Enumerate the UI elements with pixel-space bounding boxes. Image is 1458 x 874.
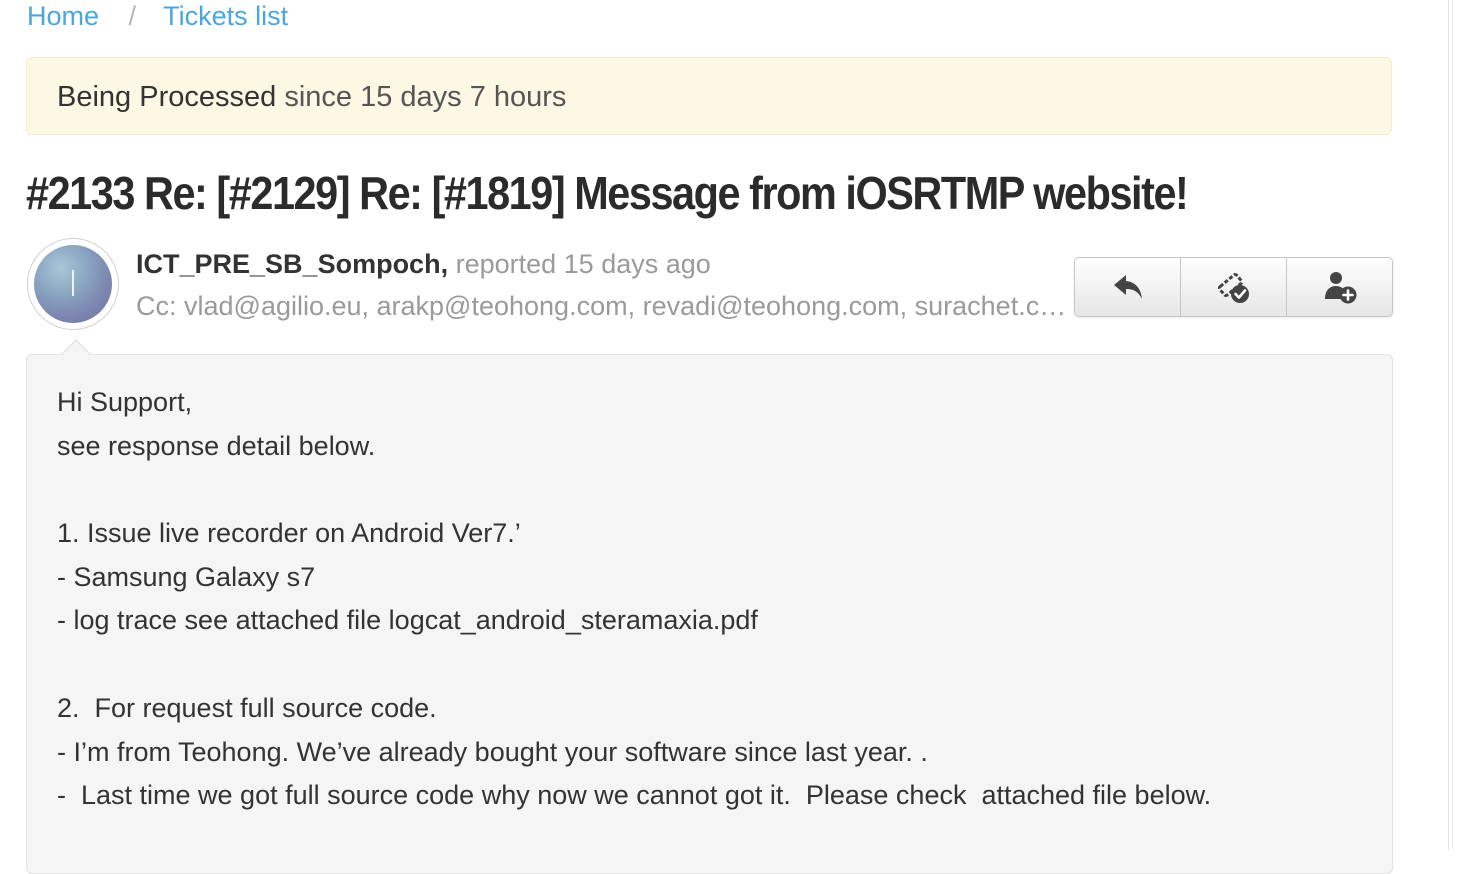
page-right-border-inner — [1452, 0, 1453, 850]
reply-button[interactable] — [1075, 258, 1181, 316]
close-ticket-button[interactable] — [1181, 258, 1287, 316]
message-line: see response detail below. — [57, 430, 376, 461]
message-line — [57, 468, 1362, 512]
breadcrumb-home-link[interactable]: Home — [27, 1, 99, 31]
message-body: Hi Support, see response detail below. 1… — [26, 354, 1393, 874]
ticket-title: #2133 Re: [#2129] Re: [#1819] Message fr… — [26, 167, 1189, 219]
avatar-image — [34, 245, 112, 323]
message-line: Hi Support, — [57, 387, 193, 417]
status-since: since 15 days 7 hours — [284, 81, 567, 113]
reporter-line: ICT_PRE_SB_Sompoch, reported 15 days ago — [136, 244, 711, 284]
breadcrumb-tickets-list-link[interactable]: Tickets list — [163, 1, 288, 31]
message-line: - log trace see attached file logcat_and… — [57, 605, 758, 636]
reporter-name: ICT_PRE_SB_Sompoch, — [136, 249, 449, 279]
add-user-button[interactable] — [1287, 258, 1392, 316]
reported-time: reported 15 days ago — [455, 249, 711, 279]
message-line: - Samsung Galaxy s7 — [57, 561, 316, 592]
message-line: 1. Issue live recorder on Android Ver7.’ — [57, 518, 521, 549]
breadcrumb-separator: / — [128, 1, 137, 31]
close-ticket-icon — [1217, 273, 1249, 303]
status-banner: Being Processed since 15 days 7 hours — [26, 57, 1392, 135]
message-line: - Last time we got full source code why … — [57, 780, 1212, 811]
message-caret-fill — [61, 341, 91, 356]
message-line: 2. For request full source code. — [57, 692, 437, 723]
page-right-border — [1448, 0, 1449, 850]
message-line — [57, 643, 1362, 687]
reply-icon — [1113, 275, 1142, 299]
status-state: Being Processed — [57, 81, 277, 113]
ticket-actions — [1074, 257, 1393, 317]
cc-recipients: Cc: vlad@agilio.eu, arakp@teohong.com, r… — [136, 291, 1076, 321]
reporter-avatar — [27, 238, 119, 330]
breadcrumb: Home / Tickets list — [27, 0, 288, 36]
message-line: - I’m from Teohong. We’ve already bought… — [57, 736, 928, 767]
add-user-icon — [1324, 272, 1356, 304]
